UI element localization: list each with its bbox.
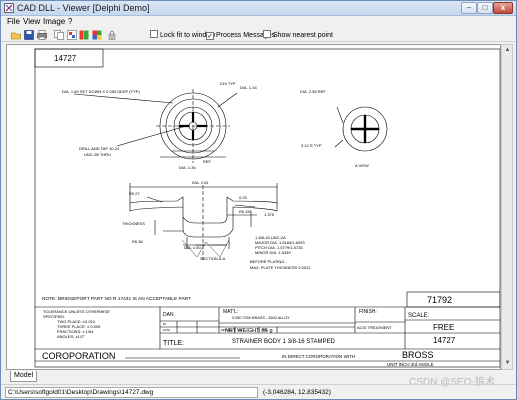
dim-1375: 1.375: [264, 212, 275, 217]
a-view: [334, 106, 388, 152]
part-id: 14727: [54, 54, 77, 63]
layouts-icon[interactable]: [79, 30, 89, 40]
thread-minor: MINOR DIA. 1.5439: [255, 250, 291, 255]
part-number: 14727: [433, 336, 456, 345]
finish-value: ACID TREATMENT: [357, 325, 392, 330]
matl-label: MAT'L:: [223, 309, 238, 315]
dim-r036: R0.36: [132, 239, 143, 244]
matl-value: 0.050 7000 BRASS - 2600 ALLOY: [232, 316, 290, 320]
a-view-label: A VIEW: [355, 163, 369, 168]
drawn-by: DAN: [163, 312, 174, 318]
dim-set-down: DIA. 1.60 SET DOWN X 0.050 DEEP (TYP): [62, 89, 140, 94]
menu-file[interactable]: File: [7, 17, 20, 27]
dim-r03: 0.03: [239, 195, 248, 200]
print-icon[interactable]: [37, 30, 47, 40]
dim-r0156: R0.156: [239, 209, 253, 214]
tolerance-line6: ANGLES: ±1/2°: [57, 334, 85, 339]
scale-value: FREE: [433, 323, 454, 332]
process-messages-box[interactable]: ✓: [206, 32, 214, 40]
scale-label: SCALE:: [408, 313, 430, 319]
dim-019-typ: .019 TYP: [219, 81, 236, 86]
scroll-down-icon[interactable]: ▼: [503, 359, 512, 368]
minimize-button[interactable]: –: [461, 2, 477, 14]
window-title: CAD DLL - Viewer [Delphi Demo]: [17, 3, 150, 13]
dim-ref: REF: [203, 159, 212, 164]
plating-note: BEFORE PLATING -: [250, 259, 287, 264]
section-label: SECTION A-A: [200, 256, 226, 261]
lock-icon[interactable]: [107, 30, 117, 40]
cursor-coordinates: (-3,046284, 12,835432): [263, 389, 331, 396]
net-weight: NET WEIGHT: 55 g: [225, 328, 273, 334]
save-icon[interactable]: [24, 30, 34, 40]
dim-r027: R0.27: [129, 191, 140, 196]
finish-label: FINISH:: [359, 309, 377, 315]
direct-text: IN DIRECT COROPORATION WITH: [282, 354, 355, 359]
open-icon[interactable]: [11, 30, 21, 40]
file-path: C:\Users\softgold01\Desktop\Drawings\147…: [5, 387, 258, 398]
drawing-canvas[interactable]: 14727 DIA. 1.60 SET DOWN X 0.050 DEEP (T…: [6, 44, 501, 370]
dim-dia-281: DIA. 2.81: [192, 180, 209, 185]
drawing-note: NOTE: BRIDGEPORT PART NO R 17431 IS AN A…: [42, 296, 191, 302]
row-date: DATE: [163, 328, 170, 332]
partner-name: BROSS: [402, 350, 434, 360]
layers-icon[interactable]: [67, 30, 77, 40]
menu-help[interactable]: ?: [68, 17, 72, 27]
vertical-scrollbar[interactable]: ▲ ▼: [501, 44, 513, 370]
dim-dia-160: DIA. 1.60: [184, 245, 201, 250]
title-bar: CAD DLL - Viewer [Delphi Demo] – □ x: [1, 1, 516, 16]
menu-image[interactable]: Image: [43, 17, 65, 27]
plate-thickness: MAX. PLATE THICKNESS 0.0012: [250, 265, 311, 270]
company-name: COROPORATION: [42, 351, 115, 361]
copy-icon[interactable]: [54, 30, 64, 40]
dim-dia-256: DIA. 2.56 REF: [300, 89, 326, 94]
title-value: STRAINER BODY 1 3/8-16 STAMPED: [232, 339, 335, 345]
row-by: BY: [163, 322, 167, 326]
dim-thickness: THICKNESS: [122, 221, 145, 226]
toolbar: Lock fit to window ✓ Process Messages Sho…: [1, 28, 516, 42]
scroll-up-icon[interactable]: ▲: [503, 46, 512, 55]
menu-view[interactable]: View: [23, 17, 40, 27]
show-nearest-checkbox[interactable]: Show nearest point: [263, 30, 333, 41]
maximize-button[interactable]: □: [477, 2, 493, 14]
close-button[interactable]: x: [493, 2, 513, 14]
dim-dia-130: DIA. 1.30: [179, 165, 196, 170]
show-nearest-label: Show nearest point: [273, 32, 333, 39]
dim-dia-134: DIA. 1.34: [240, 85, 257, 90]
units-label: UNIT INCH 3rd ANGLE: [387, 362, 434, 367]
show-nearest-box[interactable]: [263, 30, 271, 38]
dim-unc-thru: UNC-2B THRU: [84, 152, 111, 157]
dim-drill-tap: DRILL AND TAP 10-24: [79, 146, 120, 151]
main-window: CAD DLL - Viewer [Delphi Demo] – □ x Fil…: [0, 0, 517, 400]
app-icon: [4, 3, 14, 13]
cad-drawing: 14727 DIA. 1.60 SET DOWN X 0.050 DEEP (T…: [34, 48, 500, 368]
colors-icon[interactable]: [92, 30, 102, 40]
dim-r312: 3.12 R TYP: [301, 143, 322, 148]
title-label: TITLE:: [163, 340, 184, 347]
drawing-number: 71792: [427, 295, 452, 305]
lock-fit-box[interactable]: [150, 30, 158, 38]
tab-model[interactable]: Model: [10, 371, 38, 382]
status-bar: C:\Users\softgold01\Desktop\Drawings\147…: [1, 384, 516, 399]
menu-bar: File View Image ?: [1, 16, 516, 27]
